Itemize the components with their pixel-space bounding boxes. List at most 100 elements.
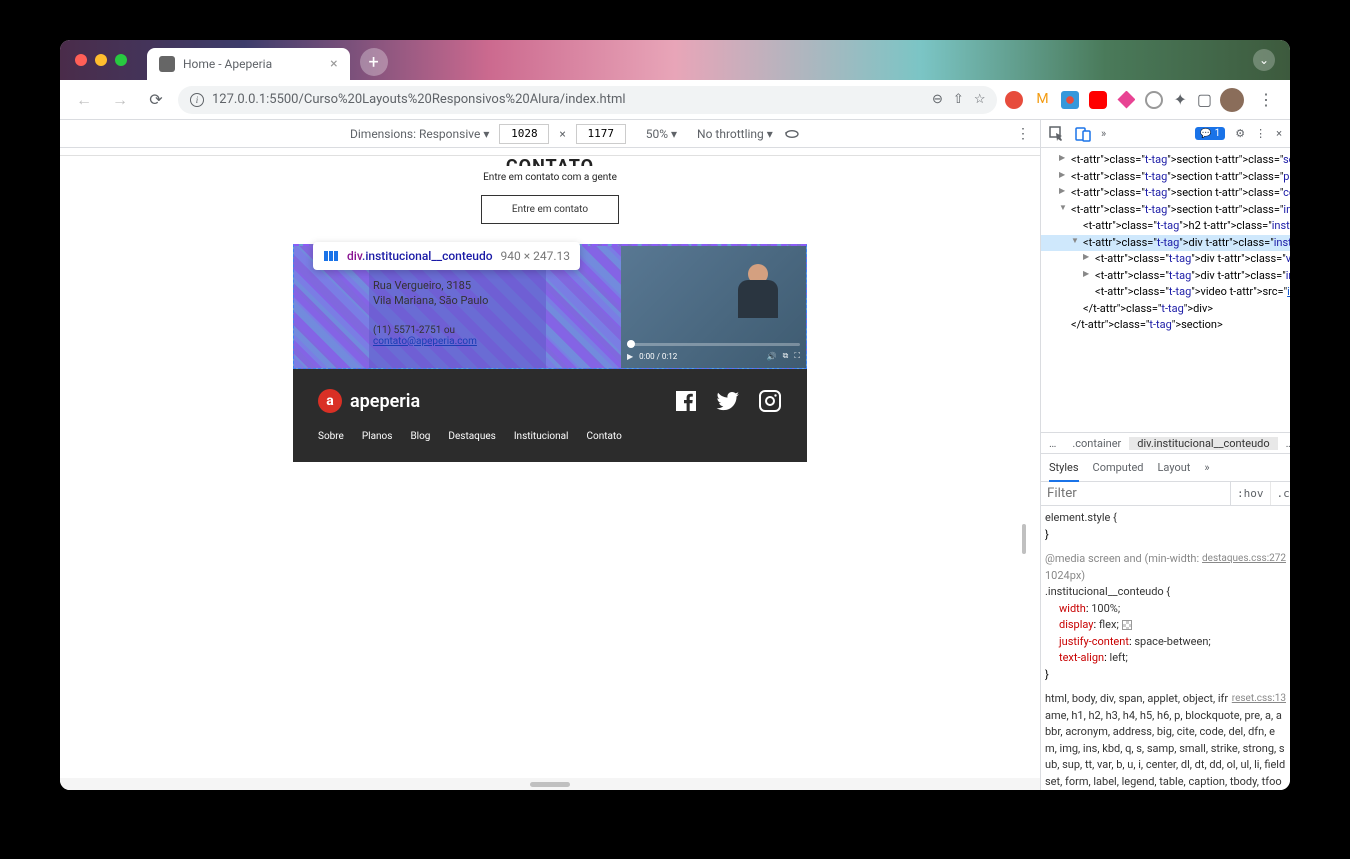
contato-button[interactable]: Entre em contato xyxy=(481,195,619,224)
site-info-icon[interactable]: i xyxy=(190,93,204,107)
filter-input[interactable] xyxy=(1041,482,1230,505)
window-menu-button[interactable] xyxy=(1253,49,1275,71)
footer-nav-link[interactable]: Institucional xyxy=(514,431,569,442)
share-icon[interactable]: ⇧ xyxy=(953,92,964,107)
extensions: M ✦ ▢ xyxy=(1005,90,1212,109)
viewport-scrollbar[interactable] xyxy=(1022,156,1032,770)
fullscreen-icon[interactable]: ⛶ xyxy=(794,351,800,361)
close-tab-button[interactable]: × xyxy=(330,56,337,72)
close-devtools-button[interactable]: × xyxy=(1276,127,1282,140)
extension-icon[interactable] xyxy=(1117,91,1135,109)
element-node[interactable]: </t-attr">class="t-tag">div> xyxy=(1041,301,1290,318)
element-node[interactable]: <t-attr">class="t-tag">video t-attr">src… xyxy=(1041,284,1290,301)
volume-icon[interactable]: 🔊 xyxy=(767,352,777,361)
twitter-icon[interactable] xyxy=(716,389,740,413)
youtube-icon[interactable] xyxy=(1089,91,1107,109)
tab-title: Home - Apeperia xyxy=(183,57,272,71)
extension-icon[interactable] xyxy=(1005,91,1023,109)
reload-button[interactable]: ⟳ xyxy=(142,86,170,114)
extensions-menu-icon[interactable]: ✦ xyxy=(1173,90,1186,109)
breadcrumb[interactable]: … .container div.institucional__conteudo… xyxy=(1041,432,1290,454)
logo-icon: a xyxy=(318,389,342,413)
element-node[interactable]: ▶<t-attr">class="t-tag">div t-attr">clas… xyxy=(1041,251,1290,268)
horizontal-scrollbar[interactable] xyxy=(60,778,1040,790)
element-node[interactable]: ▶<t-attr">class="t-tag">div t-attr">clas… xyxy=(1041,268,1290,285)
extension-icon[interactable] xyxy=(1145,91,1163,109)
styles-filter-row: :hov .cls + ◧ xyxy=(1041,482,1290,506)
back-button[interactable]: ← xyxy=(70,86,98,114)
forward-button[interactable]: → xyxy=(106,86,134,114)
favicon-icon xyxy=(159,56,175,72)
cls-button[interactable]: .cls xyxy=(1271,482,1291,505)
element-style-selector[interactable]: element.style { xyxy=(1045,511,1117,524)
close-window-button[interactable] xyxy=(75,54,87,66)
browser-menu-button[interactable]: ⋮ xyxy=(1252,86,1280,114)
device-toolbar: Dimensions: Responsive ▾ × 50% ▾ No thro… xyxy=(60,120,1040,148)
css-property[interactable]: width: 100%; xyxy=(1045,601,1286,618)
profile-avatar[interactable] xyxy=(1220,88,1244,112)
new-tab-button[interactable]: + xyxy=(360,48,388,76)
css-property[interactable]: text-align: left; xyxy=(1045,650,1286,667)
video-element[interactable]: ▶ 0:00 / 0:12 🔊 ⧉ ⛶ xyxy=(621,246,806,368)
throttling-dropdown[interactable]: No throttling ▾ xyxy=(697,127,773,141)
breadcrumb-item[interactable]: .container xyxy=(1064,437,1129,450)
bookmark-icon[interactable]: ☆ xyxy=(974,92,986,107)
footer-logo[interactable]: a apeperia xyxy=(318,389,420,413)
styles-pane[interactable]: element.style { } destaques.css:272 @med… xyxy=(1041,506,1290,790)
dimension-separator: × xyxy=(559,127,565,141)
element-node[interactable]: ▼<t-attr">class="t-tag">div t-attr">clas… xyxy=(1041,235,1290,252)
tab-styles[interactable]: Styles xyxy=(1049,461,1079,482)
issues-badge[interactable]: 1 xyxy=(1195,127,1225,140)
instagram-icon[interactable] xyxy=(758,389,782,413)
css-property[interactable]: display: flex; xyxy=(1045,617,1286,634)
extension-icon[interactable]: M xyxy=(1033,91,1051,109)
pip-icon[interactable]: ⧉ xyxy=(783,351,789,361)
breadcrumb-more[interactable]: … xyxy=(1041,437,1064,450)
facebook-icon[interactable] xyxy=(674,389,698,413)
extension-icon[interactable] xyxy=(1061,91,1079,109)
element-node[interactable]: ▼<t-attr">class="t-tag">section t-attr">… xyxy=(1041,202,1290,219)
tab-computed[interactable]: Computed xyxy=(1093,461,1144,474)
height-input[interactable] xyxy=(576,124,626,144)
rotate-icon[interactable] xyxy=(783,125,801,143)
tabs-overflow[interactable]: » xyxy=(1204,461,1209,474)
panel-overflow[interactable]: » xyxy=(1101,127,1106,140)
rule-source-link[interactable]: reset.css:13 xyxy=(1232,691,1286,706)
maximize-window-button[interactable] xyxy=(115,54,127,66)
hov-button[interactable]: :hov xyxy=(1231,482,1271,505)
element-node[interactable]: ▶<t-attr">class="t-tag">section t-attr">… xyxy=(1041,185,1290,202)
css-property[interactable]: justify-content: space-between; xyxy=(1045,634,1286,651)
element-node[interactable]: ▶<t-attr">class="t-tag">section t-attr">… xyxy=(1041,152,1290,169)
elements-tree[interactable]: ▶<t-attr">class="t-tag">section t-attr">… xyxy=(1041,148,1290,432)
device-toolbar-menu[interactable]: ⋮ xyxy=(1016,126,1030,142)
cast-icon[interactable]: ▢ xyxy=(1197,90,1212,109)
rule-selector[interactable]: .institucional__conteudo { xyxy=(1045,585,1170,598)
minimize-window-button[interactable] xyxy=(95,54,107,66)
breadcrumb-more[interactable]: … xyxy=(1278,437,1290,450)
footer-nav-link[interactable]: Blog xyxy=(410,431,430,442)
devtools-toolbar: » 1 ⚙ ⋮ × xyxy=(1041,120,1290,148)
devtools-panel: » 1 ⚙ ⋮ × ▶<t-attr">class="t-tag">sectio… xyxy=(1040,120,1290,790)
footer-nav-link[interactable]: Destaques xyxy=(448,431,495,442)
footer-nav-link[interactable]: Planos xyxy=(362,431,393,442)
width-input[interactable] xyxy=(499,124,549,144)
browser-tab[interactable]: Home - Apeperia × xyxy=(147,48,350,80)
tab-layout[interactable]: Layout xyxy=(1158,461,1191,474)
address-bar[interactable]: i 127.0.0.1:5500/Curso%20Layouts%20Respo… xyxy=(178,86,997,114)
rule-source-link[interactable]: destaques.css:272 xyxy=(1202,551,1286,566)
footer-nav-link[interactable]: Sobre xyxy=(318,431,344,442)
breadcrumb-item[interactable]: div.institucional__conteudo xyxy=(1129,437,1277,450)
inspect-icon[interactable] xyxy=(1049,126,1065,142)
element-node[interactable]: ▶<t-attr">class="t-tag">section t-attr">… xyxy=(1041,169,1290,186)
zoom-icon[interactable]: ⊖ xyxy=(932,92,943,107)
footer-nav-link[interactable]: Contato xyxy=(586,431,621,442)
element-node[interactable]: <t-attr">class="t-tag">h2 t-attr">class=… xyxy=(1041,218,1290,235)
dimensions-dropdown[interactable]: Dimensions: Responsive ▾ xyxy=(350,127,489,141)
settings-icon[interactable]: ⚙ xyxy=(1235,127,1245,140)
email-link[interactable]: contato@apeperia.com xyxy=(373,336,542,347)
devtools-menu[interactable]: ⋮ xyxy=(1255,127,1266,140)
element-node[interactable]: </t-attr">class="t-tag">section> xyxy=(1041,317,1290,334)
device-mode-icon[interactable] xyxy=(1075,126,1091,142)
play-icon[interactable]: ▶ xyxy=(627,352,633,361)
zoom-dropdown[interactable]: 50% ▾ xyxy=(646,127,677,141)
